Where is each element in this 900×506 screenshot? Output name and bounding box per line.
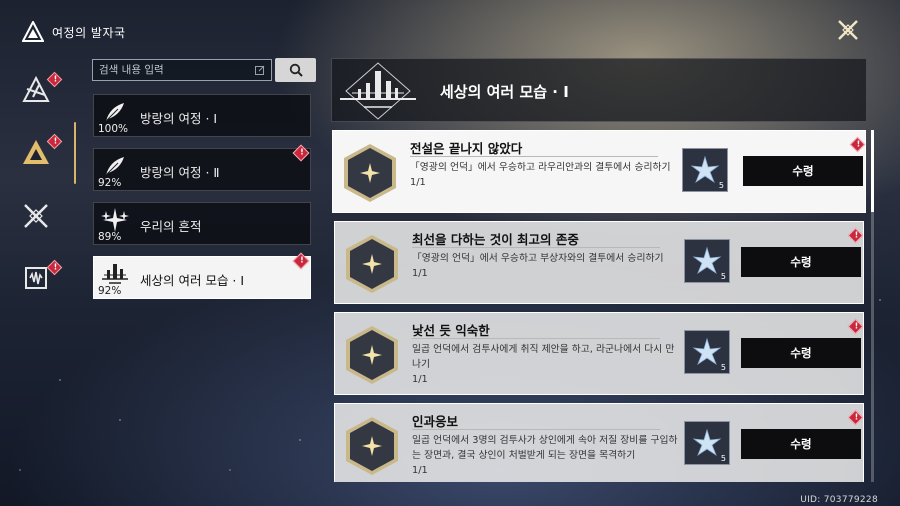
category-title: 세상의 여러 모습 · Ⅰ	[440, 83, 569, 101]
achievement-hex-icon	[346, 326, 398, 384]
achievement-alert-badge	[847, 318, 864, 335]
rail-tab-footprints[interactable]	[14, 130, 63, 174]
claim-button[interactable]: 수령	[743, 156, 863, 186]
scrollbar-track[interactable]	[871, 130, 874, 482]
search-input[interactable]	[99, 64, 255, 76]
achievement-title: 최선을 다하는 것이 최고의 존중	[412, 232, 579, 247]
achievement-hex-icon	[346, 417, 398, 475]
feather-icon	[97, 98, 133, 126]
rail-tab-battle[interactable]	[14, 194, 58, 238]
search-icon	[289, 63, 303, 77]
category-percent: 100%	[98, 123, 129, 135]
search-field[interactable]	[92, 59, 272, 81]
star-crystal-icon	[692, 337, 722, 366]
category-label: 방랑의 여정 · Ⅱ	[140, 165, 220, 180]
divider	[412, 247, 660, 248]
scrollbar-thumb[interactable]	[871, 130, 874, 212]
edit-icon	[255, 65, 265, 75]
reward-quantity: 5	[720, 454, 726, 463]
category-item[interactable]: 89% 우리의 흔적	[93, 202, 311, 245]
category-header: 세상의 여러 모습 · Ⅰ	[331, 58, 867, 122]
app-title: 여정의 발자국	[52, 25, 126, 40]
reward-item[interactable]: 5	[684, 239, 730, 283]
category-percent: 89%	[98, 231, 122, 243]
reward-quantity: 5	[718, 181, 724, 190]
category-item-selected[interactable]: 92% 세상의 여러 모습 · Ⅰ	[93, 252, 311, 299]
city-emblem-icon	[340, 62, 416, 120]
reward-item[interactable]: 5	[682, 148, 728, 192]
achievement-title: 전설은 끝나지 않았다	[410, 141, 523, 156]
achievement-alert-badge	[847, 409, 864, 426]
close-button[interactable]	[834, 16, 862, 44]
achievement-description: 「영광의 언덕」에서 우승하고 라우리안과의 결투에서 승리하기 1/1	[410, 160, 676, 190]
claim-button[interactable]: 수령	[741, 338, 861, 368]
sparkle-icon	[97, 206, 133, 234]
category-label: 세상의 여러 모습 · Ⅰ	[140, 273, 245, 288]
achievement-progress: 1/1	[410, 177, 426, 188]
category-alert-badge	[292, 252, 310, 270]
category-percent: 92%	[98, 285, 122, 297]
achievement-description: 「영광의 언덕」에서 우승하고 부상자와의 결투에서 승리하기 1/1	[412, 251, 678, 281]
category-item[interactable]: 92% 방랑의 여정 · Ⅱ	[93, 144, 311, 191]
feather-icon	[97, 152, 133, 180]
divider	[410, 156, 658, 157]
achievement-progress: 1/1	[412, 374, 428, 385]
claim-button[interactable]: 수령	[741, 247, 861, 277]
rail-tab-record[interactable]	[14, 256, 63, 300]
reward-item[interactable]: 5	[684, 421, 730, 465]
achievement-list: 전설은 끝나지 않았다 「영광의 언덕」에서 우승하고 라우리안과의 결투에서 …	[331, 130, 869, 482]
achievement-progress: 1/1	[412, 268, 428, 279]
star-crystal-icon	[692, 246, 722, 275]
achievement-progress: 1/1	[412, 465, 428, 476]
category-alert-badge	[292, 144, 310, 162]
close-icon	[838, 20, 858, 40]
achievement-card: 전설은 끝나지 않았다 「영광의 언덕」에서 우승하고 라우리안과의 결투에서 …	[332, 130, 866, 213]
achievement-description: 일곱 언덕에서 3명의 검투사가 상인에게 속아 저질 장비를 구입하는 장면과…	[412, 435, 678, 476]
divider	[412, 338, 660, 339]
achievement-title: 인과응보	[412, 414, 459, 429]
reward-quantity: 5	[720, 363, 726, 372]
achievement-alert-badge	[847, 227, 864, 244]
search-button[interactable]	[275, 58, 316, 82]
star-crystal-icon	[692, 428, 722, 457]
divider	[412, 429, 660, 430]
category-label: 우리의 흔적	[140, 219, 202, 234]
achievement-card: 인과응보 일곱 언덕에서 3명의 검투사가 상인에게 속아 저질 장비를 구입하…	[334, 403, 864, 482]
category-percent: 92%	[98, 177, 122, 189]
category-item[interactable]: 100% 방랑의 여정 · Ⅰ	[93, 94, 311, 137]
journey-logo-icon	[22, 21, 44, 42]
claim-button[interactable]: 수령	[741, 429, 861, 459]
category-list: 100% 방랑의 여정 · Ⅰ 92% 방랑의 여정 · Ⅱ 89% 우리의 흔…	[93, 94, 311, 310]
achievement-hex-icon	[344, 144, 396, 202]
reward-item[interactable]: 5	[684, 330, 730, 374]
achievement-alert-badge	[849, 136, 866, 153]
crossed-swords-icon	[24, 204, 48, 228]
category-label: 방랑의 여정 · Ⅰ	[140, 111, 218, 126]
achievement-title: 낯선 듯 익숙한	[412, 323, 490, 338]
achievement-card: 최선을 다하는 것이 최고의 존중 「영광의 언덕」에서 우승하고 부상자와의 …	[334, 221, 864, 304]
rail-active-indicator	[74, 122, 76, 184]
star-crystal-icon	[690, 155, 720, 184]
app-header: 여정의 발자국	[22, 20, 126, 44]
achievement-hex-icon	[346, 235, 398, 293]
user-id-label: UID: 703779228	[800, 495, 878, 505]
rail-tab-journey[interactable]	[14, 68, 63, 112]
reward-quantity: 5	[720, 272, 726, 281]
achievement-description: 일곱 언덕에서 검투사에게 취직 제안을 하고, 라군나에서 다시 만나기 1/…	[412, 342, 678, 387]
achievement-card: 낯선 듯 익숙한 일곱 언덕에서 검투사에게 취직 제안을 하고, 라군나에서 …	[334, 312, 864, 395]
city-emblem-icon	[97, 260, 133, 288]
side-rail	[0, 60, 70, 306]
